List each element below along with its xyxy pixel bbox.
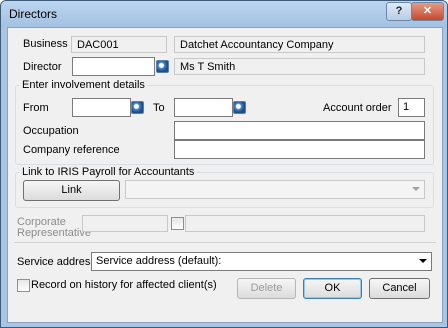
corporate-code-field [82, 215, 168, 232]
title-bar[interactable]: Directors ? ✕ [1, 1, 447, 27]
account-order-label: Account order [323, 102, 392, 114]
business-name-field: Datchet Accountancy Company [174, 36, 425, 53]
cancel-button[interactable]: Cancel [369, 278, 430, 299]
occupation-label: Occupation [23, 125, 79, 137]
iris-link-group-title: Link to IRIS Payroll for Accountants [20, 166, 197, 178]
company-reference-input[interactable] [174, 140, 425, 159]
company-reference-label: Company reference [23, 144, 120, 156]
service-address-select[interactable]: Service address (default): [91, 252, 432, 271]
ok-button[interactable]: OK [303, 278, 362, 299]
directors-dialog: Directors ? ✕ Business DAC001 Datchet Ac… [0, 0, 448, 328]
involvement-group-title: Enter involvement details [20, 79, 147, 91]
from-date-input[interactable] [72, 98, 131, 117]
chevron-down-icon [419, 259, 427, 263]
director-name-field: Ms T Smith [174, 58, 425, 75]
account-order-input[interactable]: 1 [398, 98, 425, 117]
business-code-field: DAC001 [71, 36, 167, 53]
director-label: Director [23, 61, 62, 73]
from-calendar-icon[interactable] [131, 101, 144, 114]
dialog-body: Business DAC001 Datchet Accountancy Comp… [7, 27, 443, 323]
from-label: From [23, 102, 49, 114]
delete-button[interactable]: Delete [237, 278, 296, 299]
director-lookup-icon[interactable] [156, 60, 169, 73]
occupation-input[interactable] [174, 121, 425, 140]
link-button[interactable]: Link [23, 180, 120, 201]
corporate-lookup-box [171, 217, 184, 230]
director-code-input[interactable] [72, 57, 155, 76]
record-history-label[interactable]: Record on history for affected client(s) [31, 279, 217, 291]
service-address-selected: Service address (default): [96, 255, 222, 267]
to-label: To [153, 102, 165, 114]
close-button[interactable]: ✕ [411, 2, 444, 21]
divider [14, 242, 436, 243]
corporate-label-line2: Representative [17, 227, 91, 239]
help-button[interactable]: ? [386, 2, 412, 21]
to-date-input[interactable] [174, 98, 233, 117]
service-address-label: Service address [17, 256, 96, 268]
chevron-down-icon [412, 187, 420, 191]
record-history-checkbox[interactable] [17, 279, 30, 292]
corporate-name-field [185, 215, 425, 232]
business-label: Business [23, 38, 68, 50]
window-title: Directors [9, 7, 58, 21]
iris-link-select [125, 180, 425, 199]
to-calendar-icon[interactable] [233, 101, 246, 114]
